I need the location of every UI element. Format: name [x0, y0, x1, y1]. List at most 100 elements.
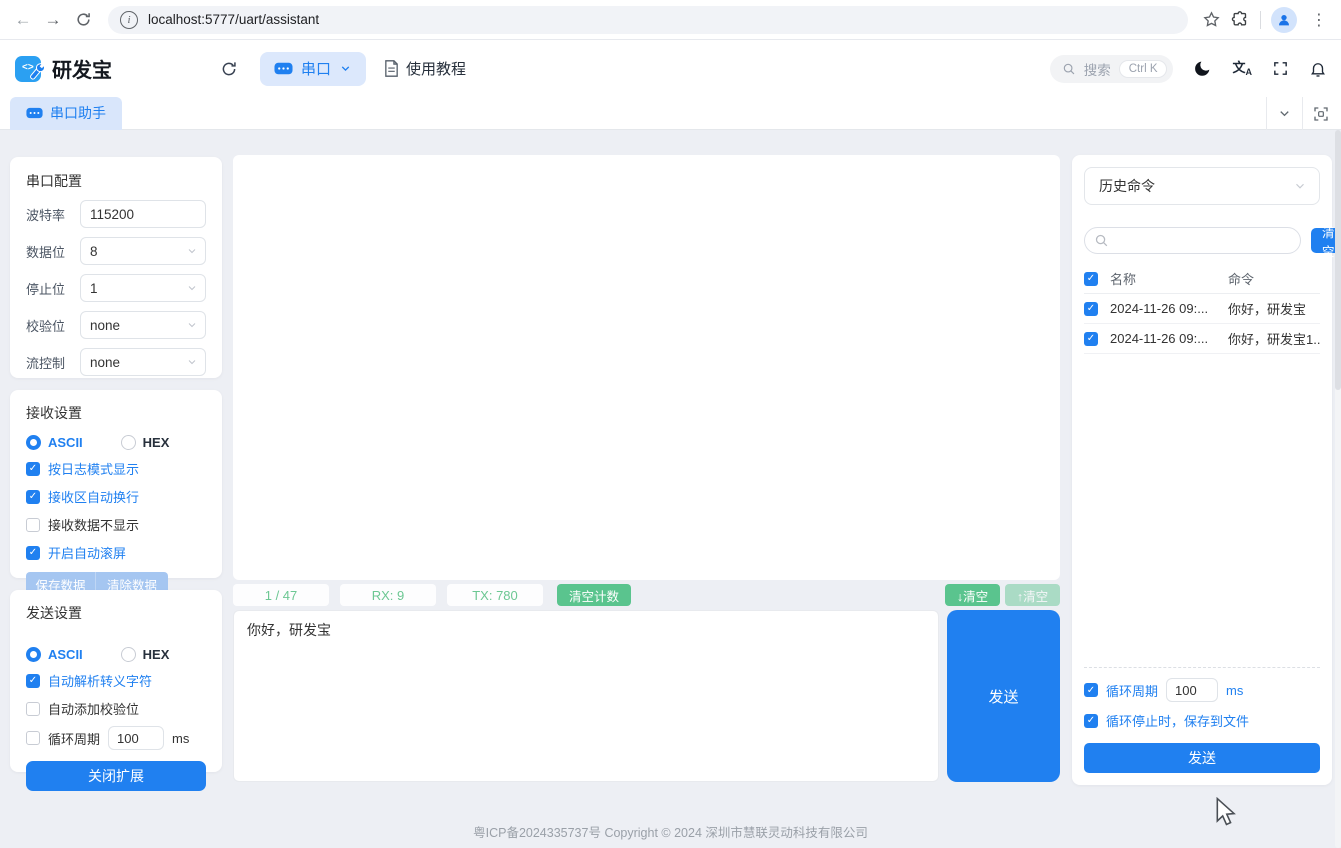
page-scrollbar[interactable]: [1335, 130, 1341, 848]
recv-hex-radio[interactable]: [120, 435, 136, 450]
stop-bits-select[interactable]: 1: [80, 274, 206, 302]
history-row[interactable]: ✓ 2024-11-26 09:... 你好，研发宝: [1084, 294, 1320, 324]
tab-serial-assistant[interactable]: 串口助手: [10, 96, 122, 130]
bell-icon: [1311, 62, 1325, 77]
log-mode-option[interactable]: ✓ 按日志模式显示: [26, 459, 206, 478]
history-send-button[interactable]: 发送: [1084, 743, 1320, 773]
checkbox-unchecked-icon[interactable]: [26, 517, 40, 532]
send-button[interactable]: 发送: [947, 610, 1060, 782]
tutorial-link[interactable]: 使用教程: [384, 58, 466, 79]
app-logo-icon: <>: [15, 55, 44, 82]
tabbar-divider: [1302, 97, 1303, 130]
history-mode-select[interactable]: 历史命令: [1084, 167, 1320, 205]
history-row[interactable]: ✓ 2024-11-26 09:... 你好，研发宝1...: [1084, 324, 1320, 354]
auto-scroll-option[interactable]: ✓ 开启自动滚屏: [26, 543, 206, 562]
parity-select[interactable]: none: [80, 311, 206, 339]
browser-forward-button[interactable]: →: [38, 5, 68, 35]
address-bar[interactable]: i localhost:5777/uart/assistant: [108, 5, 1188, 34]
data-bits-select[interactable]: 8: [80, 237, 206, 265]
serial-mode-dropdown[interactable]: 串口: [260, 51, 367, 86]
browser-profile-avatar[interactable]: [1271, 6, 1297, 33]
fullscreen-button[interactable]: [1272, 60, 1289, 77]
hide-data-option[interactable]: 接收数据不显示: [26, 515, 206, 534]
history-search-input[interactable]: [1115, 233, 1291, 248]
maximize-view-icon[interactable]: [1313, 106, 1329, 122]
history-loop-input[interactable]: [1166, 678, 1219, 702]
receive-display-area[interactable]: [233, 155, 1060, 580]
row-checkbox[interactable]: ✓: [1084, 301, 1098, 316]
clear-counters-label: 清空计数: [569, 589, 620, 604]
clear-receive-button[interactable]: ↓清空: [945, 584, 1000, 606]
search-icon: [1063, 63, 1075, 74]
history-row-cmd: 你好，研发宝: [1228, 302, 1307, 317]
row-checkbox[interactable]: ✓: [1084, 331, 1098, 346]
extensions-icon[interactable]: [1231, 10, 1250, 29]
language-toggle[interactable]: 文A: [1232, 61, 1252, 77]
stop-bits-value: 1: [90, 280, 98, 296]
baud-rate-input[interactable]: [90, 206, 196, 222]
checkbox-checked-icon[interactable]: ✓: [1084, 683, 1098, 697]
baud-rate-field: [80, 200, 206, 228]
recv-ascii-radio[interactable]: [26, 435, 41, 450]
send-ascii-radio[interactable]: [26, 647, 41, 662]
dark-mode-toggle[interactable]: [1193, 59, 1212, 78]
stop-bits-label: 停止位: [26, 281, 66, 297]
scrollbar-thumb[interactable]: [1335, 130, 1341, 390]
send-hex-radio[interactable]: [120, 647, 136, 662]
serial-mode-label: 串口: [301, 61, 332, 78]
browser-refresh-button[interactable]: [68, 5, 98, 35]
clear-counters-button[interactable]: 清空计数: [557, 584, 632, 606]
url-text: localhost:5777/uart/assistant: [148, 12, 320, 27]
chevron-down-icon: [1296, 183, 1304, 189]
loop-period-input[interactable]: [108, 726, 165, 750]
history-loop-label: 循环周期: [1106, 683, 1159, 699]
close-extension-button[interactable]: 关闭扩展: [26, 761, 206, 791]
app-logo[interactable]: <> 研发宝: [14, 54, 112, 84]
parity-label: 校验位: [26, 318, 66, 334]
checkbox-unchecked-icon[interactable]: [26, 731, 40, 745]
tx-counter: TX: 780: [447, 584, 543, 606]
escape-parse-option[interactable]: ✓ 自动解析转义字符: [26, 671, 206, 690]
history-panel: 历史命令 清空 ✓ 名称 命令 ✓ 2024-11-26 09:... 你好，研…: [1072, 155, 1341, 785]
page-refresh-button[interactable]: [220, 60, 238, 78]
global-search[interactable]: 搜索 Ctrl K: [1049, 54, 1174, 83]
baud-rate-label: 波特率: [26, 207, 66, 223]
checkbox-checked-icon[interactable]: ✓: [26, 489, 40, 504]
site-info-icon[interactable]: i: [120, 10, 138, 29]
app-title: 研发宝: [52, 60, 112, 82]
escape-parse-label: 自动解析转义字符: [48, 674, 153, 689]
history-search-field[interactable]: [1084, 227, 1301, 254]
browser-chrome: ← → i localhost:5777/uart/assistant ⋮: [0, 0, 1341, 40]
tab-bar: 串口助手: [0, 96, 1341, 130]
send-text-input[interactable]: 你好，研发宝: [233, 610, 939, 782]
auto-wrap-option[interactable]: ✓ 接收区自动换行: [26, 487, 206, 506]
flow-control-select[interactable]: none: [80, 348, 206, 376]
receive-settings-title: 接收设置: [26, 405, 82, 421]
checkbox-checked-icon[interactable]: ✓: [26, 545, 40, 560]
checkbox-unchecked-icon[interactable]: [26, 701, 40, 716]
flow-control-value: none: [90, 354, 121, 370]
refresh-icon: [222, 61, 236, 75]
history-row-name: 2024-11-26 09:...: [1110, 301, 1209, 316]
notifications-button[interactable]: [1309, 60, 1327, 78]
checkbox-checked-icon[interactable]: ✓: [26, 673, 40, 688]
browser-back-button[interactable]: ←: [8, 5, 38, 35]
select-all-checkbox[interactable]: ✓: [1084, 271, 1098, 286]
history-send-label: 发送: [1188, 750, 1216, 766]
auto-scroll-label: 开启自动滚屏: [48, 546, 127, 561]
moon-icon: [1195, 61, 1210, 76]
tabs-chevron-down-icon[interactable]: [1277, 106, 1292, 121]
parity-value: none: [90, 317, 121, 333]
flow-control-label: 流控制: [26, 355, 66, 371]
add-checksum-option[interactable]: 自动添加校验位: [26, 699, 206, 718]
checkbox-checked-icon[interactable]: ✓: [26, 461, 40, 476]
bookmark-star-icon[interactable]: [1202, 10, 1221, 29]
clear-send-button[interactable]: ↑清空: [1005, 584, 1060, 606]
send-button-label: 发送: [988, 688, 1019, 706]
search-icon: [1095, 234, 1108, 247]
serial-config-panel: 串口配置 波特率 数据位 8 停止位 1 校验位 none 流控制 none: [10, 157, 222, 419]
browser-menu-icon[interactable]: ⋮: [1307, 10, 1331, 30]
auto-wrap-label: 接收区自动换行: [48, 490, 140, 505]
checkbox-checked-icon[interactable]: ✓: [1084, 713, 1098, 728]
fullscreen-icon: [1274, 62, 1287, 75]
